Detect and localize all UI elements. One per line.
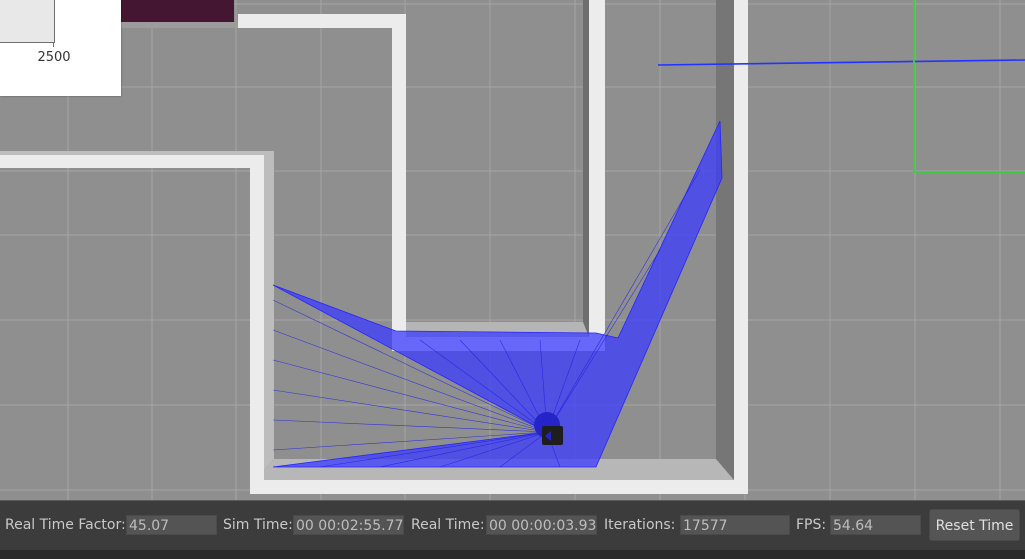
iterations-field: 17577 [680, 515, 790, 535]
plot-window: 2500 [0, 0, 121, 96]
fps-field: 54.64 [830, 515, 921, 535]
real-time-factor-label: Real Time Factor: [5, 517, 126, 533]
iterations-label: Iterations: [604, 517, 676, 533]
x-axis-tick [53, 43, 54, 47]
ground-plane [0, 0, 1025, 500]
window-bottom-edge [0, 550, 1025, 559]
plot-area [0, 0, 55, 43]
x-axis-tick-label: 2500 [37, 50, 71, 65]
fps-label: FPS: [796, 517, 827, 533]
desktop-window-edge [121, 0, 234, 22]
time-toolbar: Real Time Factor: 45.07 Sim Time: 00 00:… [0, 500, 1025, 551]
real-time-factor-field: 45.07 [126, 515, 217, 535]
sim-time-label: Sim Time: [223, 517, 293, 533]
reset-time-button[interactable]: Reset Time [929, 509, 1020, 541]
real-time-field: 00 00:00:03.931 [486, 515, 597, 535]
sim-time-field: 00 00:02:55.770 [293, 515, 404, 535]
real-time-label: Real Time: [411, 517, 485, 533]
simulation-viewport[interactable] [0, 0, 1025, 500]
